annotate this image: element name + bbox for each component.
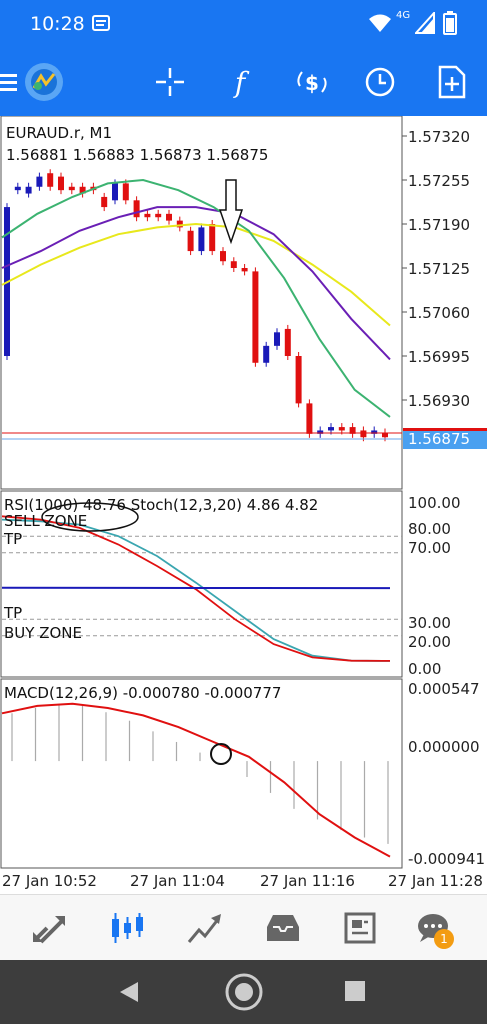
back-icon[interactable] (118, 980, 140, 1008)
candle (68, 186, 75, 191)
price-axis-label: 1.57255 (408, 172, 471, 190)
news-icon[interactable] (336, 905, 386, 951)
buy-zone-label: BUY ZONE (4, 624, 82, 642)
system-navigation (0, 960, 487, 1024)
new-order-icon[interactable] (430, 60, 474, 104)
candle (166, 213, 172, 221)
osc-axis-label: 70.00 (408, 539, 451, 557)
candle (338, 427, 345, 431)
bottom-navigation: 1 (0, 894, 487, 961)
macd-circle-annotation (210, 743, 232, 765)
candle (47, 173, 54, 187)
time-axis-label: 27 Jan 11:16 (260, 872, 355, 890)
candle (360, 430, 367, 438)
recents-icon[interactable] (344, 980, 366, 1006)
candle (263, 345, 270, 363)
osc-axis-label: 100.00 (408, 494, 461, 512)
osc-axis-label: 30.00 (408, 614, 451, 632)
osc-axis-label: 80.00 (408, 520, 451, 538)
indicator-function-icon[interactable]: f (218, 60, 262, 104)
app-logo-icon[interactable] (22, 60, 66, 104)
price-axis-label: 1.57190 (408, 216, 471, 234)
wifi-icon (368, 12, 392, 38)
price-axis-label: 1.57060 (408, 304, 471, 322)
home-icon[interactable] (224, 972, 264, 1016)
timeframe-clock-icon[interactable] (358, 60, 402, 104)
signal-icon (413, 10, 435, 38)
candle (209, 224, 216, 252)
osc-axis-label: 20.00 (408, 633, 451, 651)
candle (306, 403, 313, 434)
macd-axis-label: 0.000547 (408, 680, 480, 698)
macd-axis-label: -0.000941 (408, 850, 485, 868)
network-type: 4G (396, 10, 411, 21)
candle (295, 356, 302, 404)
candle (14, 186, 21, 191)
candle (36, 176, 43, 187)
candle (284, 328, 291, 356)
battery-icon (443, 11, 457, 39)
symbols-icon[interactable]: $ (290, 60, 334, 104)
candle (241, 268, 248, 272)
ma-fast-line (1, 178, 391, 418)
candle (101, 196, 108, 208)
symbol-label: EURAUD.r, M1 (6, 124, 113, 142)
chart-toolbar: f $ (0, 48, 487, 116)
notification-icon (92, 14, 110, 36)
ohlc-label: 1.56881 1.56883 1.56873 1.56875 (6, 146, 269, 164)
price-axis-label: 1.56995 (408, 348, 471, 366)
ma-mid-line (1, 206, 391, 361)
candle (155, 213, 162, 218)
macd-header: MACD(12,26,9) -0.000780 -0.000777 (4, 684, 282, 702)
status-time: 10:28 (30, 13, 85, 35)
sell-zone-label: SELL ZONE (4, 512, 88, 530)
candle (274, 332, 280, 346)
price-axis-label: 1.56930 (408, 392, 471, 410)
candle (198, 227, 205, 252)
time-axis-label: 27 Jan 11:04 (130, 872, 225, 890)
tp-upper-label: TP (4, 530, 23, 548)
price-axis-label: 1.57320 (408, 128, 471, 146)
history-icon[interactable] (258, 905, 308, 951)
svg-text:$: $ (305, 71, 319, 95)
time-axis-label: 27 Jan 10:52 (2, 872, 97, 890)
current-price-label: 1.56875 (408, 430, 471, 448)
quotes-icon[interactable] (24, 905, 74, 951)
ma-slow-line (1, 222, 391, 327)
candle (187, 230, 194, 252)
trade-icon[interactable] (180, 905, 230, 951)
message-badge: 1 (434, 929, 454, 949)
macd-axis-label: 0.000000 (408, 738, 480, 756)
macd-signal-line (1, 702, 391, 858)
charts-icon[interactable] (102, 905, 152, 951)
price-axis-label: 1.57125 (408, 260, 471, 278)
candle (112, 183, 118, 201)
candle (133, 200, 140, 218)
candle (122, 183, 129, 201)
candle (230, 261, 237, 268)
time-axis-label: 27 Jan 11:28 (388, 872, 483, 890)
status-bar: 10:28 4G (0, 0, 487, 48)
osc-axis-label: 0.00 (408, 660, 442, 678)
down-arrow-annotation (218, 179, 244, 245)
candle (252, 271, 259, 363)
candle (144, 213, 151, 218)
candle (25, 186, 32, 194)
candle (328, 427, 334, 431)
crosshair-icon[interactable] (148, 60, 192, 104)
candle (58, 176, 64, 191)
tp-lower-label: TP (4, 604, 23, 622)
candle (220, 251, 226, 262)
chart-area[interactable]: EURAUD.r, M1 1.56881 1.56883 1.56873 1.5… (0, 116, 487, 894)
